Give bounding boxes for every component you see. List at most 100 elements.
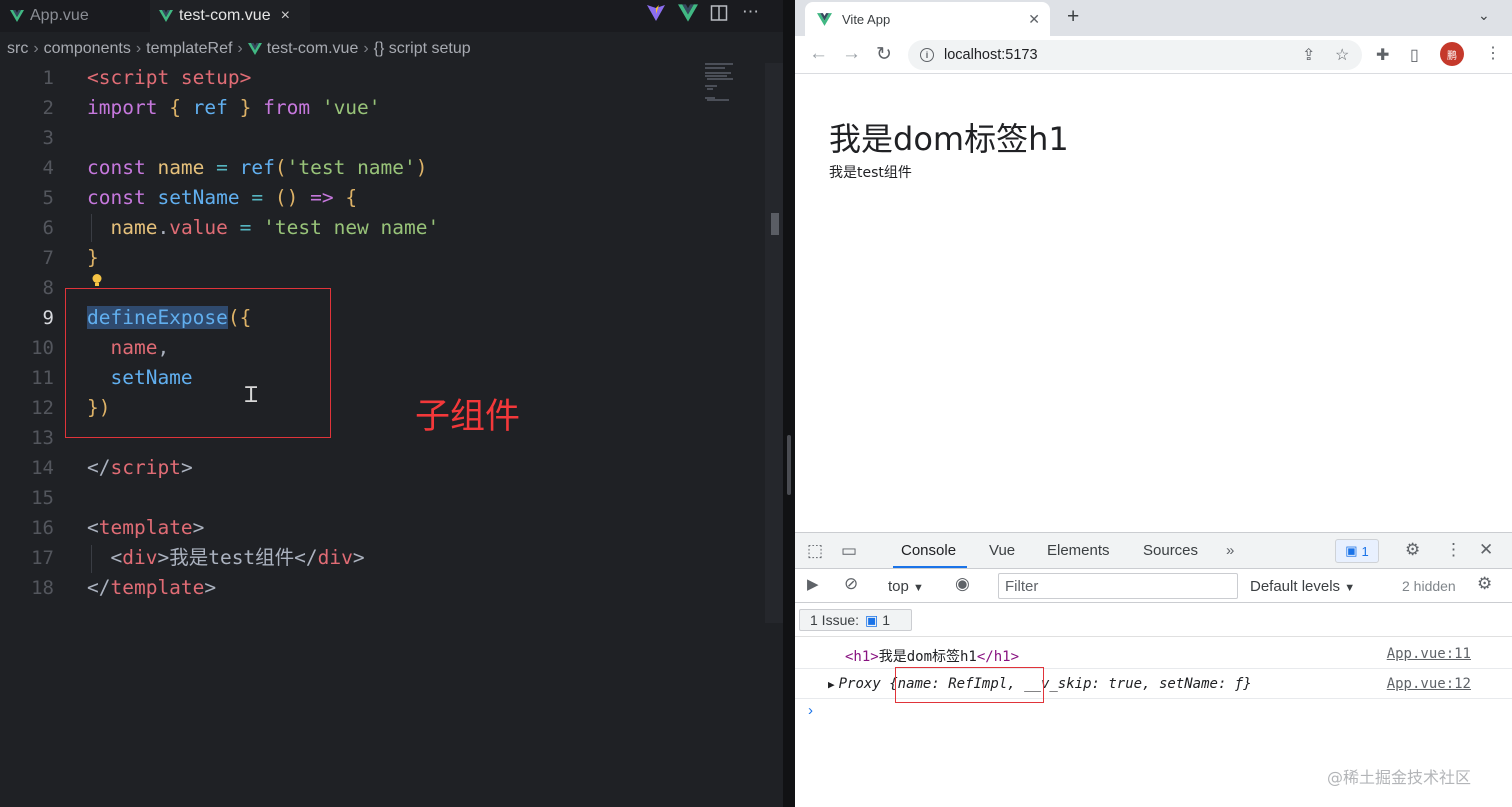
close-icon[interactable]: ✕ — [1028, 11, 1040, 28]
tab-console[interactable]: Console — [901, 542, 956, 559]
share-icon[interactable]: ⇪ — [1302, 45, 1315, 65]
tab-vue[interactable]: Vue — [989, 542, 1015, 559]
code-line[interactable]: }) — [87, 393, 110, 423]
devtools-tab-bar: ⬚ ▭ Console Vue Elements Sources » ▣ 1 ⚙ … — [795, 533, 1512, 569]
avatar[interactable]: 鹏 — [1440, 42, 1464, 66]
line-number: 13 — [31, 427, 54, 449]
code-line[interactable]: <script setup> — [87, 63, 251, 93]
code-token: > — [180, 456, 193, 479]
code-line[interactable]: const setName = () => { — [87, 183, 357, 213]
caret-down-icon: ▼ — [1344, 582, 1356, 594]
menu-icon[interactable]: ⋮ — [1485, 43, 1501, 63]
more-tabs-icon[interactable]: » — [1226, 542, 1234, 559]
inspect-icon[interactable]: ⬚ — [807, 541, 823, 561]
vertical-scrollbar[interactable] — [765, 63, 783, 623]
issues-button[interactable]: 1 Issue: ▣ 1 — [799, 609, 912, 631]
message-count-badge[interactable]: ▣ 1 — [1335, 539, 1379, 563]
code-line[interactable]: <div>我是test组件</div> — [87, 543, 364, 573]
filter-input[interactable]: Filter — [998, 573, 1238, 599]
code-line[interactable]: name, — [87, 333, 169, 363]
line-number: 17 — [31, 547, 54, 569]
splitter-handle[interactable] — [787, 435, 791, 495]
code-line[interactable]: name.value = 'test new name' — [87, 213, 439, 243]
code-token: template — [98, 516, 193, 539]
chevron-right-icon: › — [363, 40, 369, 57]
device-toolbar-icon[interactable]: ▭ — [841, 541, 857, 561]
close-icon[interactable]: ✕ — [1479, 540, 1493, 560]
back-icon[interactable]: ← — [809, 43, 828, 65]
page-heading: 我是dom标签h1 — [829, 120, 1069, 158]
reload-icon[interactable]: ↻ — [876, 43, 892, 66]
sidebar-toggle-icon[interactable]: ▶ — [807, 575, 819, 593]
breadcrumb-templateref[interactable]: templateRef — [146, 40, 232, 58]
code-line[interactable]: setName — [87, 363, 192, 393]
vue-devtools-icon[interactable] — [678, 4, 698, 27]
browser-tab[interactable]: Vite App ✕ — [805, 2, 1050, 36]
breadcrumb: src › components › templateRef › test-com.v… — [0, 36, 783, 62]
breadcrumb-file[interactable]: test-com.vue — [267, 40, 359, 58]
more-icon[interactable]: ⋯ — [742, 2, 759, 22]
minimap[interactable] — [705, 63, 765, 113]
scrollbar-thumb[interactable] — [771, 213, 779, 235]
site-info-icon[interactable]: i — [920, 48, 934, 62]
address-bar[interactable]: i localhost:5173 — [908, 40, 1362, 70]
context-selector[interactable]: top ▼ — [888, 578, 924, 595]
star-icon[interactable]: ☆ — [1335, 45, 1349, 65]
new-tab-icon[interactable]: + — [1067, 5, 1079, 29]
code-token: < — [87, 516, 99, 539]
more-options-icon[interactable]: ⋮ — [1445, 540, 1462, 560]
url-text: localhost:5173 — [944, 47, 1038, 63]
tab-label: test-com.vue — [179, 7, 271, 24]
browser-tab-title: Vite App — [842, 11, 891, 27]
code-line[interactable]: </template> — [87, 573, 216, 603]
tab-sources[interactable]: Sources — [1143, 542, 1198, 559]
tab-app-vue[interactable]: App.vue — [0, 0, 150, 32]
code-token: </ — [87, 456, 111, 479]
split-editor-icon[interactable] — [710, 4, 728, 27]
close-icon[interactable]: × — [281, 7, 290, 25]
breadcrumb-components[interactable]: components — [44, 40, 131, 58]
clear-console-icon[interactable]: ⊘ — [844, 574, 858, 594]
log-message[interactable]: <h1>我是dom标签h1</h1> — [845, 646, 1019, 666]
vite-icon[interactable] — [646, 4, 666, 27]
browser-window: Vite App ✕ + ⌄ ← → ↻ i localhost:5173 ⇪ … — [795, 0, 1512, 807]
breadcrumb-symbol[interactable]: {} script setup — [374, 40, 471, 58]
code-token: { — [345, 186, 358, 209]
tab-test-com-vue[interactable]: test-com.vue × — [150, 0, 310, 32]
chevron-right-icon: › — [33, 40, 39, 57]
code-line[interactable]: defineExpose({ — [87, 303, 251, 333]
code-line[interactable]: <template> — [87, 513, 204, 543]
code-token: name — [110, 216, 158, 239]
active-tab-indicator — [893, 566, 967, 568]
log-levels-dropdown[interactable]: Default levels ▼ — [1250, 578, 1355, 595]
console-log-entry: <h1>我是dom标签h1</h1> App.vue:11 — [795, 639, 1512, 669]
expand-triangle-icon[interactable]: ▶ — [828, 678, 835, 691]
code-line[interactable]: import { ref } from 'vue' — [87, 93, 381, 123]
side-panel-icon[interactable]: ▯ — [1410, 45, 1419, 65]
console-prompt-icon[interactable]: › — [808, 702, 813, 719]
browser-tab-strip: Vite App ✕ + ⌄ — [795, 0, 1512, 36]
code-token: . — [157, 216, 170, 239]
source-link[interactable]: App.vue:11 — [1387, 646, 1471, 662]
chevron-down-icon[interactable]: ⌄ — [1478, 7, 1490, 24]
extensions-icon[interactable]: ✚ — [1376, 45, 1389, 65]
chevron-right-icon: › — [237, 40, 243, 57]
code-line[interactable]: const name = ref('test name') — [87, 153, 428, 183]
code-token: const — [87, 186, 158, 209]
gear-icon[interactable]: ⚙ — [1477, 574, 1492, 594]
breadcrumb-src[interactable]: src — [7, 40, 28, 58]
forward-icon[interactable]: → — [842, 43, 861, 65]
tab-elements[interactable]: Elements — [1047, 542, 1110, 559]
window-splitter[interactable] — [783, 0, 795, 807]
lightbulb-icon[interactable] — [91, 273, 103, 288]
gear-icon[interactable]: ⚙ — [1405, 540, 1420, 560]
line-number: 4 — [42, 157, 54, 179]
source-link[interactable]: App.vue:12 — [1387, 676, 1471, 692]
eye-icon[interactable]: ◉ — [955, 574, 970, 594]
line-number: 5 — [42, 187, 54, 209]
code-line[interactable]: } — [87, 243, 99, 273]
line-number: 11 — [31, 367, 54, 389]
code-token: = — [216, 156, 240, 179]
code-token: value — [169, 216, 240, 239]
code-line[interactable]: </script> — [87, 453, 193, 483]
